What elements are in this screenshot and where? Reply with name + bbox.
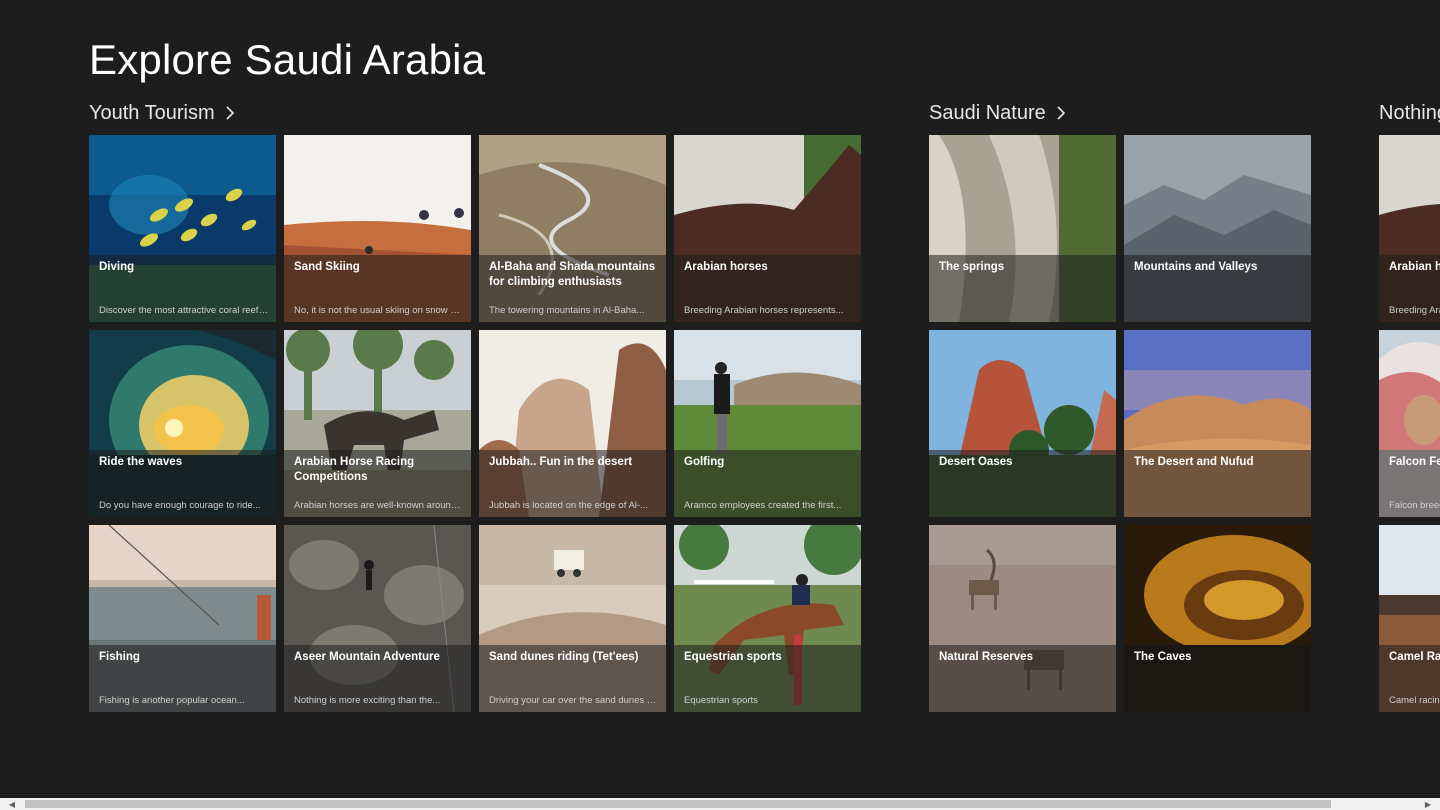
tile-description: Driving your car over the sand dunes is.… [489, 695, 658, 706]
tile-caption: Arabian horses Breeding Arabian horses re… [674, 255, 861, 322]
tile-caption: Sand dunes riding (Tet'ees) Driving your … [479, 645, 666, 712]
tile-caption: Diving Discover the most attractive coral… [89, 255, 276, 322]
tile-the-desert-and-nufud[interactable]: The Desert and Nufud [1124, 330, 1311, 517]
section-header-saudi-nature[interactable]: Saudi Nature [929, 100, 1066, 126]
tile-grid-youth-tourism: Diving Discover the most attractive coral… [89, 135, 861, 712]
tile-title: Al-Baha and Shada mountains for climbing… [489, 261, 656, 288]
tile-description: Jubbah is located on the edge of Al-... [489, 500, 648, 511]
tile-description: Breeding Arabian horses represents... [684, 305, 844, 316]
section-title: Saudi Nature [929, 101, 1046, 124]
section-youth-tourism: Youth Tourism Diving Discover the most at… [89, 100, 861, 712]
tile-caption: Arabian Horse Racing Competitions Arabian… [284, 450, 471, 517]
tile-title: Aseer Mountain Adventure [294, 651, 440, 663]
tile-fishing[interactable]: Fishing Fishing is another popular ocean.… [89, 525, 276, 712]
tile-grid-nothing: Arabian h Breeding Ara Falcon Fes Falcon br… [1379, 135, 1440, 712]
tile-title: Golfing [684, 456, 725, 468]
tile-title: Arabian horses [684, 261, 768, 273]
tile-description: Falcon breed [1389, 500, 1440, 511]
section-title: Nothing [1379, 101, 1440, 124]
tile-caption: Ride the waves Do you have enough courage… [89, 450, 276, 517]
tile-title: The springs [939, 261, 1005, 273]
tile-title: Natural Reserves [939, 651, 1033, 663]
tile-description: Camel racing [1389, 695, 1440, 706]
tile-aseer-mountain-adventure[interactable]: Aseer Mountain Adventure Nothing is more … [284, 525, 471, 712]
tile-jubbah-fun-in-the-desert[interactable]: Jubbah.. Fun in the desert Jubbah is loca… [479, 330, 666, 517]
tile-description: The towering mountains in Al-Baha... [489, 305, 645, 316]
tile-description: Nothing is more exciting than the... [294, 695, 441, 706]
section-title: Youth Tourism [89, 101, 215, 124]
tile-description: No, it is not the usual skiing on snow o… [294, 305, 463, 316]
tile-description: Breeding Ara [1389, 305, 1440, 316]
tile-caption: Aseer Mountain Adventure Nothing is more … [284, 645, 471, 712]
tile-description: Aramco employees created the first... [684, 500, 842, 511]
tile-caption: Arabian h Breeding Ara [1379, 255, 1440, 322]
tile-camel-rac[interactable]: Camel Rac Camel racing [1379, 525, 1440, 712]
tile-caption: Desert Oases [929, 450, 1116, 517]
tile-description: Do you have enough courage to ride... [99, 500, 261, 511]
tile-title: The Desert and Nufud [1134, 456, 1254, 468]
tile-mountains-and-valleys[interactable]: Mountains and Valleys [1124, 135, 1311, 322]
tile-title: Arabian h [1389, 261, 1440, 273]
tile-natural-reserves[interactable]: Natural Reserves [929, 525, 1116, 712]
tile-title: Desert Oases [939, 456, 1013, 468]
tile-title: Mountains and Valleys [1134, 261, 1258, 273]
tile-arabian-horses[interactable]: Arabian horses Breeding Arabian horses re… [674, 135, 861, 322]
tile-desert-oases[interactable]: Desert Oases [929, 330, 1116, 517]
tile-ride-the-waves[interactable]: Ride the waves Do you have enough courage… [89, 330, 276, 517]
tile-caption: Sand Skiing No, it is not the usual skiin… [284, 255, 471, 322]
section-nothing: Nothing Arabian hBreeding AraFalcon FesF… [1379, 100, 1440, 712]
app-window: Explore Saudi Arabia Youth Tourism Divin… [0, 0, 1440, 810]
tile-caption: The Desert and Nufud [1124, 450, 1311, 517]
tile-caption: Equestrian sports Equestrian sports [674, 645, 861, 712]
tile-the-caves[interactable]: The Caves [1124, 525, 1311, 712]
tile-title: Sand dunes riding (Tet'ees) [489, 651, 639, 663]
horizontal-scrollbar[interactable]: ◀ ▶ [0, 798, 1440, 810]
tile-title: The Caves [1134, 651, 1192, 663]
tile-the-springs[interactable]: The springs [929, 135, 1116, 322]
tile-caption: Fishing Fishing is another popular ocean.… [89, 645, 276, 712]
tile-grid-saudi-nature: The springs Desert Oases Natural Reserves M… [929, 135, 1311, 712]
chevron-right-icon [226, 106, 234, 120]
tile-title: Arabian Horse Racing Competitions [294, 456, 415, 483]
tile-title: Sand Skiing [294, 261, 360, 273]
tile-arabian-h[interactable]: Arabian h Breeding Ara [1379, 135, 1440, 322]
tile-caption: Jubbah.. Fun in the desert Jubbah is loca… [479, 450, 666, 517]
section-header-nothing[interactable]: Nothing [1379, 100, 1440, 126]
tile-caption: Al-Baha and Shada mountains for climbing… [479, 255, 666, 322]
tile-title: Fishing [99, 651, 140, 663]
tile-arabian-horse-racing-competitions[interactable]: Arabian Horse Racing Competitions Arabian… [284, 330, 471, 517]
tile-sand-skiing[interactable]: Sand Skiing No, it is not the usual skiin… [284, 135, 471, 322]
tile-caption: Golfing Aramco employees created the firs… [674, 450, 861, 517]
tile-description: Arabian horses are well-known around... [294, 500, 463, 511]
tile-title: Diving [99, 261, 135, 273]
tile-title: Falcon Fes [1389, 456, 1440, 468]
tile-caption: The Caves [1124, 645, 1311, 712]
section-saudi-nature: Saudi Nature The springs Desert Oases Natu… [929, 100, 1311, 712]
tile-diving[interactable]: Diving Discover the most attractive coral… [89, 135, 276, 322]
tile-title: Equestrian sports [684, 651, 782, 663]
tile-caption: Camel Rac Camel racing [1379, 645, 1440, 712]
page-title: Explore Saudi Arabia [89, 36, 486, 83]
tile-sand-dunes-riding-tet-ees[interactable]: Sand dunes riding (Tet'ees) Driving your … [479, 525, 666, 712]
tile-description: Discover the most attractive coral reefs… [99, 305, 268, 316]
tile-description: Equestrian sports [684, 695, 758, 706]
tile-caption: Falcon Fes Falcon breed [1379, 450, 1440, 517]
tile-description: Fishing is another popular ocean... [99, 695, 245, 706]
section-header-youth-tourism[interactable]: Youth Tourism [89, 100, 235, 126]
tile-falcon-fes[interactable]: Falcon Fes Falcon breed [1379, 330, 1440, 517]
scroll-right-arrow-icon[interactable]: ▶ [1418, 798, 1438, 810]
tile-caption: Natural Reserves [929, 645, 1116, 712]
tile-title: Jubbah.. Fun in the desert [489, 456, 633, 468]
tile-golfing[interactable]: Golfing Aramco employees created the firs… [674, 330, 861, 517]
chevron-right-icon [1057, 106, 1065, 120]
tile-title: Camel Rac [1389, 651, 1440, 663]
tile-title: Ride the waves [99, 456, 183, 468]
scroll-thumb[interactable] [25, 800, 1331, 808]
tile-al-baha-and-shada-mountains-for-climbing-enthusiasts[interactable]: Al-Baha and Shada mountains for climbing… [479, 135, 666, 322]
tile-caption: The springs [929, 255, 1116, 322]
tile-equestrian-sports[interactable]: Equestrian sports Equestrian sports [674, 525, 861, 712]
scroll-left-arrow-icon[interactable]: ◀ [2, 798, 22, 810]
tile-caption: Mountains and Valleys [1124, 255, 1311, 322]
